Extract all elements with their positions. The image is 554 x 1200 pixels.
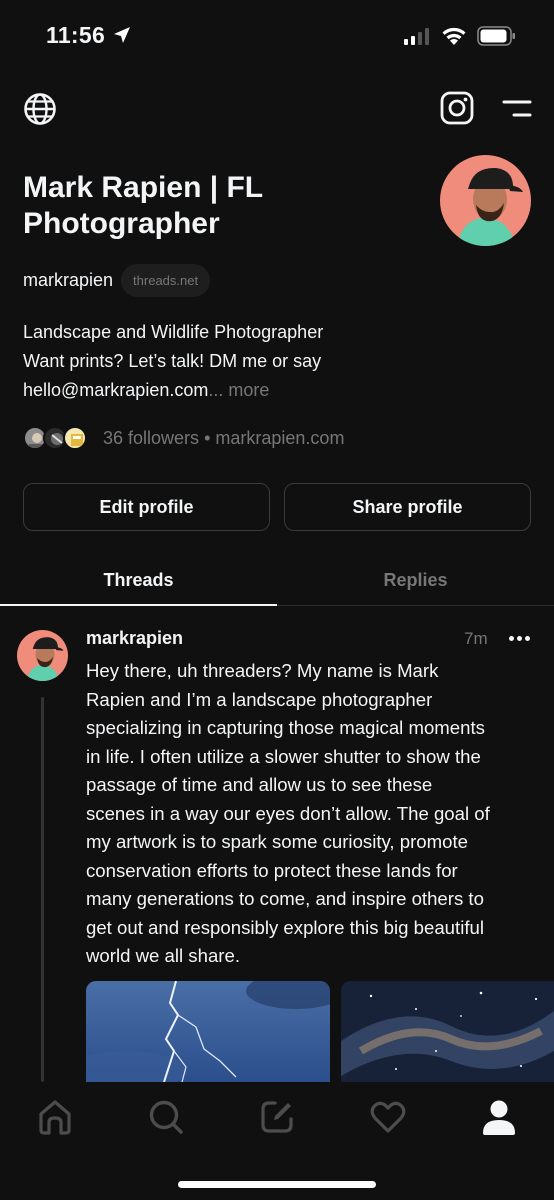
home-icon[interactable] (36, 1098, 74, 1136)
handle-row: markrapien threads.net (23, 264, 211, 297)
cellular-signal-icon (404, 28, 429, 45)
home-indicator (178, 1181, 376, 1188)
post-photo-lightning[interactable] (86, 981, 330, 1082)
post-line: Rapien and I’m a landscape photographer (86, 688, 433, 710)
post-line: passage of time and allow us to see thes… (86, 774, 433, 795)
post-line: in life. I often utilize a slower shutte… (86, 745, 481, 767)
post-line: Hey there, uh threaders? My name is Mark (86, 660, 439, 681)
battery-icon (477, 26, 515, 46)
search-icon[interactable] (147, 1098, 185, 1136)
followers-row[interactable]: 36 followers • markrapien.com (23, 424, 344, 452)
location-arrow-icon (114, 27, 130, 43)
profile-display-name: Mark Rapien | FL Photographer (23, 171, 263, 240)
profile-bio: Landscape and Wildlife Photographer Want… (23, 318, 523, 405)
status-bar: 11:56 (0, 0, 554, 72)
post-line: world we all share. (86, 945, 240, 966)
more-options-icon[interactable] (509, 636, 530, 641)
globe-icon[interactable] (23, 92, 57, 126)
wifi-icon (442, 27, 466, 45)
compose-icon[interactable] (258, 1098, 296, 1136)
bio-more-link[interactable]: more (228, 380, 269, 400)
edit-profile-button[interactable]: Edit profile (23, 483, 270, 531)
post-author-avatar[interactable] (17, 630, 68, 681)
domain-badge[interactable]: threads.net (121, 264, 211, 297)
profile-tabs: Threads Replies (0, 555, 554, 607)
bio-line: Landscape and Wildlife Photographer (23, 322, 324, 342)
instagram-icon[interactable] (440, 91, 474, 125)
meta-separator: • (204, 427, 211, 448)
post-line: conservation efforts to protect these la… (86, 859, 458, 881)
post-line: many generations to come, and inspire ot… (86, 888, 484, 909)
tab-replies[interactable]: Replies (277, 555, 554, 605)
profile-icon[interactable] (480, 1098, 518, 1136)
profile-handle: markrapien (23, 270, 114, 290)
tab-active-indicator (0, 604, 277, 606)
post-line: scenes in a way our eyes don’t allow. Th… (86, 802, 490, 824)
post-author[interactable]: markrapien (86, 628, 183, 649)
bio-ellipsis: ... (208, 380, 224, 400)
post-body: Hey there, uh threaders? My name is Mark… (86, 657, 542, 971)
followers-meta: 36 followers • markrapien.com (103, 428, 344, 449)
followers-count[interactable]: 36 followers (103, 428, 199, 448)
follower-avatar (63, 426, 87, 450)
tab-threads[interactable]: Threads (0, 555, 277, 605)
post-time: 7m (464, 629, 488, 648)
follower-avatars[interactable] (23, 424, 91, 452)
post-photo-milky-way[interactable] (341, 981, 554, 1082)
status-time: 11:56 (46, 22, 106, 48)
post-line: my artwork is to spark some curiosity, p… (86, 831, 468, 852)
thread-connector-line (41, 697, 44, 1082)
profile-avatar[interactable] (440, 155, 531, 246)
website-link[interactable]: markrapien.com (215, 428, 344, 448)
bio-email: hello@markrapien.com (23, 380, 209, 400)
bio-line-last: hello@markrapien.com... more (23, 376, 523, 405)
menu-icon[interactable] (502, 99, 532, 119)
post-line: specializing in capturing those magical … (86, 717, 485, 738)
share-profile-button[interactable]: Share profile (284, 483, 531, 531)
heart-icon[interactable] (369, 1098, 407, 1136)
bio-line: Want prints? Let’s talk! DM me or say (23, 351, 322, 371)
post-line: get out and responsibly explore this big… (86, 916, 484, 938)
